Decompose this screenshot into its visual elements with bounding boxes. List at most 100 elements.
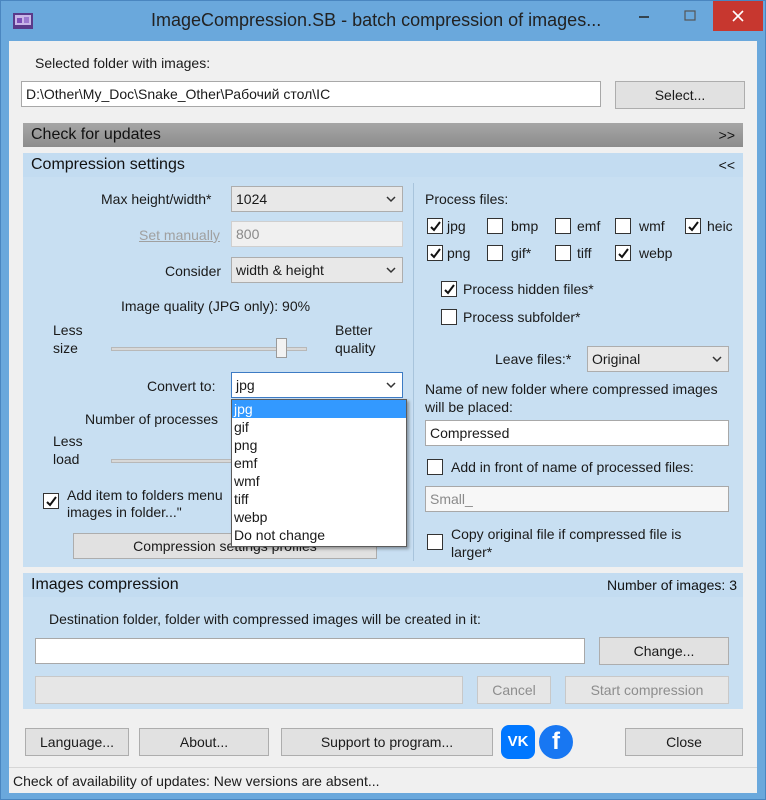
destination-input[interactable] xyxy=(35,638,585,664)
filetype-checkbox[interactable] xyxy=(555,218,571,234)
image-count-label: Number of images: 3 xyxy=(607,577,737,593)
chevron-down-icon xyxy=(386,382,396,389)
checkmark-icon xyxy=(46,496,57,507)
filetype-checkbox[interactable] xyxy=(427,245,443,261)
dropdown-option[interactable]: jpg xyxy=(232,400,406,418)
expand-toggle[interactable]: >> xyxy=(719,127,735,143)
filetype-label: webp xyxy=(639,245,673,261)
updates-panel-title: Check for updates xyxy=(31,126,161,143)
consider-combo[interactable]: width & height xyxy=(231,257,403,283)
images-panel-header: Images compression Number of images: 3 xyxy=(23,573,743,597)
max-size-label: Max height/width* xyxy=(101,191,212,207)
add-front-checkbox[interactable] xyxy=(427,459,443,475)
dropdown-option[interactable]: Do not change xyxy=(232,526,406,544)
add-front-input[interactable]: Small_ xyxy=(425,486,729,512)
add-item-label-line2: images in folder..." xyxy=(67,504,182,520)
dropdown-option[interactable]: webp xyxy=(232,508,406,526)
checkmark-icon xyxy=(430,221,441,232)
add-item-label-line1: Add item to folders menu xyxy=(67,487,223,503)
copy-original-checkbox[interactable] xyxy=(427,534,443,550)
collapse-toggle[interactable]: << xyxy=(719,157,735,173)
max-size-combo[interactable]: 1024 xyxy=(231,186,403,212)
folder-label: Selected folder with images: xyxy=(35,55,211,71)
facebook-icon: f xyxy=(552,728,560,755)
filetype-checkbox[interactable] xyxy=(487,218,503,234)
hidden-files-checkbox[interactable] xyxy=(441,281,457,297)
facebook-button[interactable]: f xyxy=(539,725,573,759)
add-front-label: Add in front of name of processed files: xyxy=(451,459,694,475)
close-icon xyxy=(732,10,744,22)
new-folder-label-line2: will be placed: xyxy=(425,399,513,415)
support-button[interactable]: Support to program... xyxy=(281,728,493,756)
quality-better-label: Better quality xyxy=(335,322,376,356)
vk-button[interactable]: VK xyxy=(501,725,535,759)
client-area: Selected folder with images: D:\Other\My… xyxy=(9,41,757,793)
copy-original-label-line2: larger* xyxy=(451,544,493,560)
convert-to-label: Convert to: xyxy=(147,378,216,394)
leave-files-value: Original xyxy=(592,351,641,367)
filetype-checkbox[interactable] xyxy=(555,245,571,261)
add-front-placeholder: Small_ xyxy=(430,491,473,507)
compression-panel-header[interactable]: Compression settings << xyxy=(23,153,743,177)
checkmark-icon xyxy=(430,248,441,259)
dropdown-option[interactable]: tiff xyxy=(232,490,406,508)
process-files-label: Process files: xyxy=(425,191,509,207)
close-window-button[interactable] xyxy=(713,1,763,31)
filetype-label: bmp xyxy=(511,218,539,234)
change-button[interactable]: Change... xyxy=(599,637,729,665)
panel-divider xyxy=(413,183,414,561)
max-size-value: 1024 xyxy=(236,191,268,207)
dropdown-option[interactable]: gif xyxy=(232,418,406,436)
start-compression-button[interactable]: Start compression xyxy=(565,676,729,704)
compression-panel-title: Compression settings xyxy=(31,156,185,173)
maximize-button[interactable] xyxy=(667,1,713,31)
hidden-files-label: Process hidden files* xyxy=(463,281,594,297)
set-manually-label: Set manually xyxy=(139,227,220,243)
processes-label: Number of processes xyxy=(85,411,219,427)
filetype-checkbox[interactable] xyxy=(615,218,631,234)
new-folder-input[interactable]: Compressed xyxy=(425,420,729,446)
app-icon xyxy=(13,13,33,29)
subfolders-label: Process subfolder* xyxy=(463,309,581,325)
chevron-down-icon xyxy=(386,267,396,274)
convert-to-dropdown-list[interactable]: jpg gif png emf wmf tiff webp Do not change xyxy=(231,399,407,547)
destination-label: Destination folder, folder with compress… xyxy=(49,611,481,627)
copy-original-label-line1: Copy original file if compressed file is xyxy=(451,526,682,542)
select-folder-button[interactable]: Select... xyxy=(615,81,745,109)
language-button[interactable]: Language... xyxy=(25,728,129,756)
status-text: Check of availability of updates: New ve… xyxy=(13,772,380,789)
leave-files-combo[interactable]: Original xyxy=(587,346,729,372)
minimize-button[interactable] xyxy=(621,1,667,31)
checkmark-icon xyxy=(618,248,629,259)
close-button[interactable]: Close xyxy=(625,728,743,756)
title-bar[interactable]: ImageCompression.SB - batch compression … xyxy=(1,1,765,41)
filetype-checkbox[interactable] xyxy=(427,218,443,234)
set-manually-input[interactable]: 800 xyxy=(231,221,403,247)
checkmark-icon xyxy=(444,284,455,295)
app-window: ImageCompression.SB - batch compression … xyxy=(0,0,766,800)
consider-label: Consider xyxy=(165,263,222,279)
vk-icon: VK xyxy=(507,733,529,750)
dropdown-option[interactable]: emf xyxy=(232,454,406,472)
convert-to-combo[interactable]: jpg xyxy=(231,372,403,398)
leave-files-label: Leave files:* xyxy=(495,351,572,367)
quality-slider-thumb[interactable] xyxy=(275,338,287,358)
dropdown-option[interactable]: wmf xyxy=(232,472,406,490)
filetype-label: gif* xyxy=(511,245,532,261)
chevron-down-icon xyxy=(386,196,396,203)
updates-panel-header[interactable]: Check for updates >> xyxy=(23,123,743,147)
convert-to-value: jpg xyxy=(236,377,255,393)
checkmark-icon xyxy=(688,221,699,232)
add-item-checkbox[interactable] xyxy=(43,493,59,509)
filetype-checkbox[interactable] xyxy=(487,245,503,261)
filetype-checkbox[interactable] xyxy=(685,218,701,234)
filetype-checkbox[interactable] xyxy=(615,245,631,261)
cancel-button[interactable]: Cancel xyxy=(477,676,551,704)
filetype-label: emf xyxy=(577,218,601,234)
new-folder-label-line1: Name of new folder where compressed imag… xyxy=(425,381,718,397)
folder-path-input[interactable]: D:\Other\My_Doc\Snake_Other\Рабочий стол… xyxy=(21,81,601,107)
dropdown-option[interactable]: png xyxy=(232,436,406,454)
subfolders-checkbox[interactable] xyxy=(441,309,457,325)
consider-value: width & height xyxy=(236,262,324,278)
about-button[interactable]: About... xyxy=(139,728,269,756)
